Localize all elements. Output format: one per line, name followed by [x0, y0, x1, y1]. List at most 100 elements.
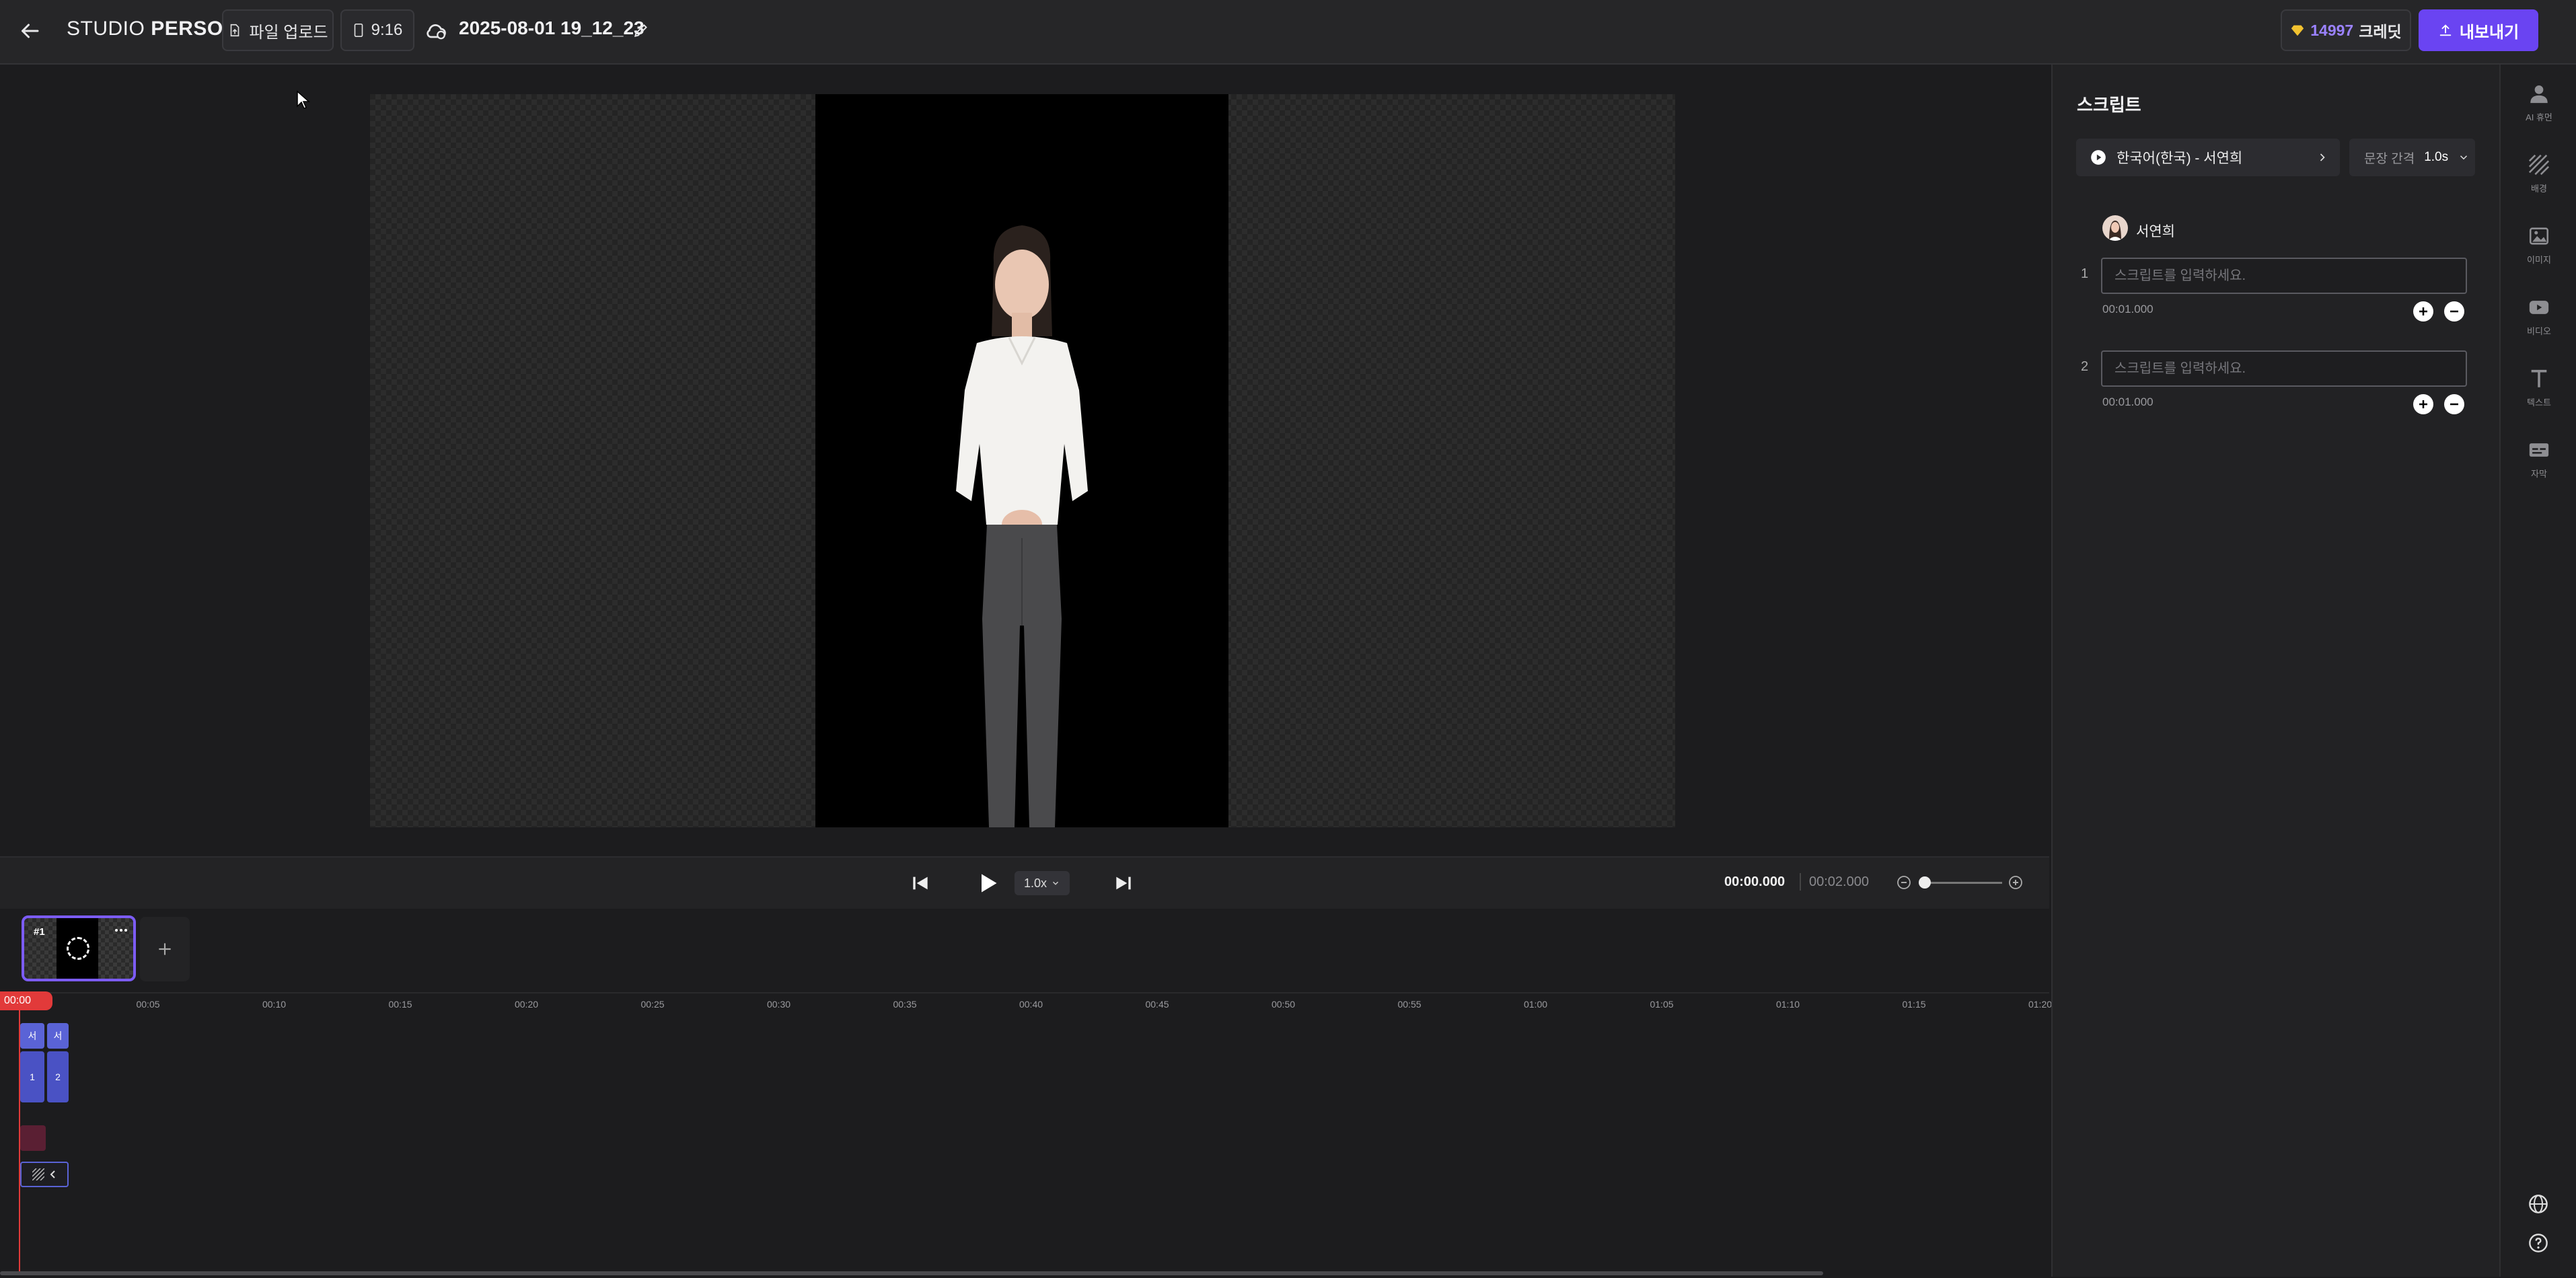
row-number: 1	[2081, 266, 2089, 281]
project-title[interactable]: 2025-08-01 19_12_23	[459, 17, 645, 39]
speaker-avatar-image	[2108, 221, 2123, 241]
background-pattern-icon	[32, 1168, 44, 1180]
brand-light: STUDIO	[67, 17, 145, 40]
chevron-down-icon	[2460, 155, 2468, 160]
chevron-down-icon	[1053, 881, 1059, 885]
skip-forward-icon	[1116, 876, 1131, 890]
time-divider	[1800, 873, 1801, 891]
audio-clip[interactable]	[20, 1125, 46, 1151]
subtitle-icon	[2529, 443, 2549, 457]
aspect-ratio-button[interactable]: 9:16	[340, 9, 414, 51]
rail-label: AI 휴먼	[2526, 112, 2552, 122]
credits-badge[interactable]: 14997 크레딧	[2281, 9, 2411, 51]
image-icon	[2529, 227, 2549, 245]
export-label: 내보내기	[2459, 23, 2519, 42]
playhead-time[interactable]: 00:00	[0, 991, 52, 1010]
rail-item-ai-human[interactable]: AI 휴먼	[2501, 82, 2576, 123]
timeline-tick: 00:45	[1145, 999, 1169, 1010]
clip-label: 서	[28, 1030, 37, 1041]
timeline[interactable]: 00:05 00:10 00:15 00:20 00:25 00:30 00:35 00:40…	[0, 992, 2053, 1278]
sentence-duration: 00:01.000	[2102, 303, 2154, 315]
rail-item-text[interactable]: 텍스트	[2501, 367, 2576, 408]
remove-sentence-button[interactable]	[2444, 301, 2464, 322]
scene-thumbnail[interactable]: #1	[22, 915, 136, 981]
rail-label: 자막	[2531, 469, 2547, 479]
plus-circle-icon	[2009, 876, 2022, 889]
mouse-cursor-icon	[297, 90, 310, 109]
language-button[interactable]	[2528, 1193, 2549, 1215]
rail-item-video[interactable]: 비디오	[2501, 296, 2576, 337]
timeline-tick: 00:40	[1019, 999, 1043, 1010]
add-sentence-button[interactable]	[2413, 301, 2433, 322]
script-input[interactable]	[2101, 258, 2467, 294]
timeline-tick: 01:10	[1775, 999, 1800, 1010]
rail-label: 비디오	[2527, 326, 2551, 336]
export-button[interactable]: 내보내기	[2419, 9, 2538, 51]
brand-logo: STUDIO PERSO	[67, 17, 223, 40]
clip-label: 서	[53, 1030, 63, 1041]
minus-circle-icon	[1897, 876, 1911, 889]
background-clip[interactable]	[20, 1162, 69, 1187]
timeline-tick: 01:00	[1523, 999, 1548, 1010]
timeline-scrollbar[interactable]	[0, 1271, 1823, 1275]
help-button[interactable]	[2528, 1232, 2549, 1254]
help-icon	[2529, 1234, 2548, 1252]
plus-icon	[159, 943, 171, 955]
zoom-in-button[interactable]	[2008, 874, 2024, 891]
sentence-clip[interactable]: 2	[47, 1051, 69, 1102]
zoom-slider-thumb[interactable]	[1919, 876, 1931, 889]
voice-label: 한국어(한국) - 서연희	[2117, 151, 2243, 166]
play-icon	[982, 874, 997, 893]
chevron-right-icon	[2320, 153, 2325, 161]
script-clip[interactable]: 서	[20, 1023, 44, 1049]
right-tool-rail: AI 휴먼 배경 이미지 비디오 텍스트 자막	[2499, 65, 2576, 1277]
rail-item-subtitle[interactable]: 자막	[2501, 439, 2576, 480]
rail-label: 이미지	[2527, 255, 2551, 265]
voice-select[interactable]: 한국어(한국) - 서연희	[2076, 139, 2340, 176]
phone-ratio-icon	[354, 24, 363, 37]
playback-speed-select[interactable]: 1.0x	[1015, 871, 1070, 895]
sentence-gap-select[interactable]: 문장 간격 1.0s	[2349, 139, 2475, 176]
file-upload-button[interactable]: 파일 업로드	[222, 9, 334, 51]
clip-label: 2	[55, 1072, 61, 1082]
rail-label: 배경	[2531, 184, 2547, 194]
rail-item-background[interactable]: 배경	[2501, 153, 2576, 194]
speaker-avatar	[2102, 215, 2128, 241]
timeline-tick: 01:20	[2028, 999, 2053, 1010]
skip-back-button[interactable]	[910, 872, 931, 894]
speaker-name: 서연희	[2136, 224, 2175, 239]
minus-icon	[2450, 403, 2458, 406]
add-scene-button[interactable]	[140, 917, 190, 981]
edit-title-button[interactable]	[632, 22, 650, 39]
cloud-save-status	[424, 19, 448, 43]
person-icon	[2530, 85, 2548, 104]
background-icon	[2528, 154, 2550, 176]
playhead-line[interactable]	[19, 992, 20, 1275]
timeline-tick: 00:30	[766, 999, 791, 1010]
skip-back-icon	[913, 876, 928, 890]
clip-label: 1	[30, 1072, 35, 1082]
back-button[interactable]	[17, 19, 42, 43]
zoom-slider-track[interactable]	[1921, 882, 2002, 884]
zoom-out-button[interactable]	[1896, 874, 1912, 891]
scene-number: #1	[34, 926, 45, 938]
ai-human-avatar[interactable]	[815, 94, 1228, 827]
scene-more-button[interactable]	[113, 925, 129, 936]
script-input[interactable]	[2101, 350, 2467, 387]
timeline-tick: 00:20	[514, 999, 539, 1010]
timeline-tick: 00:55	[1397, 999, 1422, 1010]
video-frame[interactable]	[815, 94, 1228, 827]
cloud-sync-icon	[427, 24, 446, 40]
timeline-tick: 00:25	[640, 999, 665, 1010]
sentence-gap-value: 1.0s	[2424, 150, 2449, 164]
play-circle-icon[interactable]	[2090, 149, 2107, 166]
rail-item-image[interactable]: 이미지	[2501, 225, 2576, 266]
play-button[interactable]	[976, 871, 1000, 895]
plus-icon	[2419, 307, 2427, 315]
add-sentence-button[interactable]	[2413, 394, 2433, 414]
script-clip[interactable]: 서	[47, 1023, 69, 1049]
sentence-clip[interactable]: 1	[20, 1051, 44, 1102]
panel-title: 스크립트	[2077, 95, 2141, 115]
remove-sentence-button[interactable]	[2444, 394, 2464, 414]
skip-forward-button[interactable]	[1113, 872, 1134, 894]
